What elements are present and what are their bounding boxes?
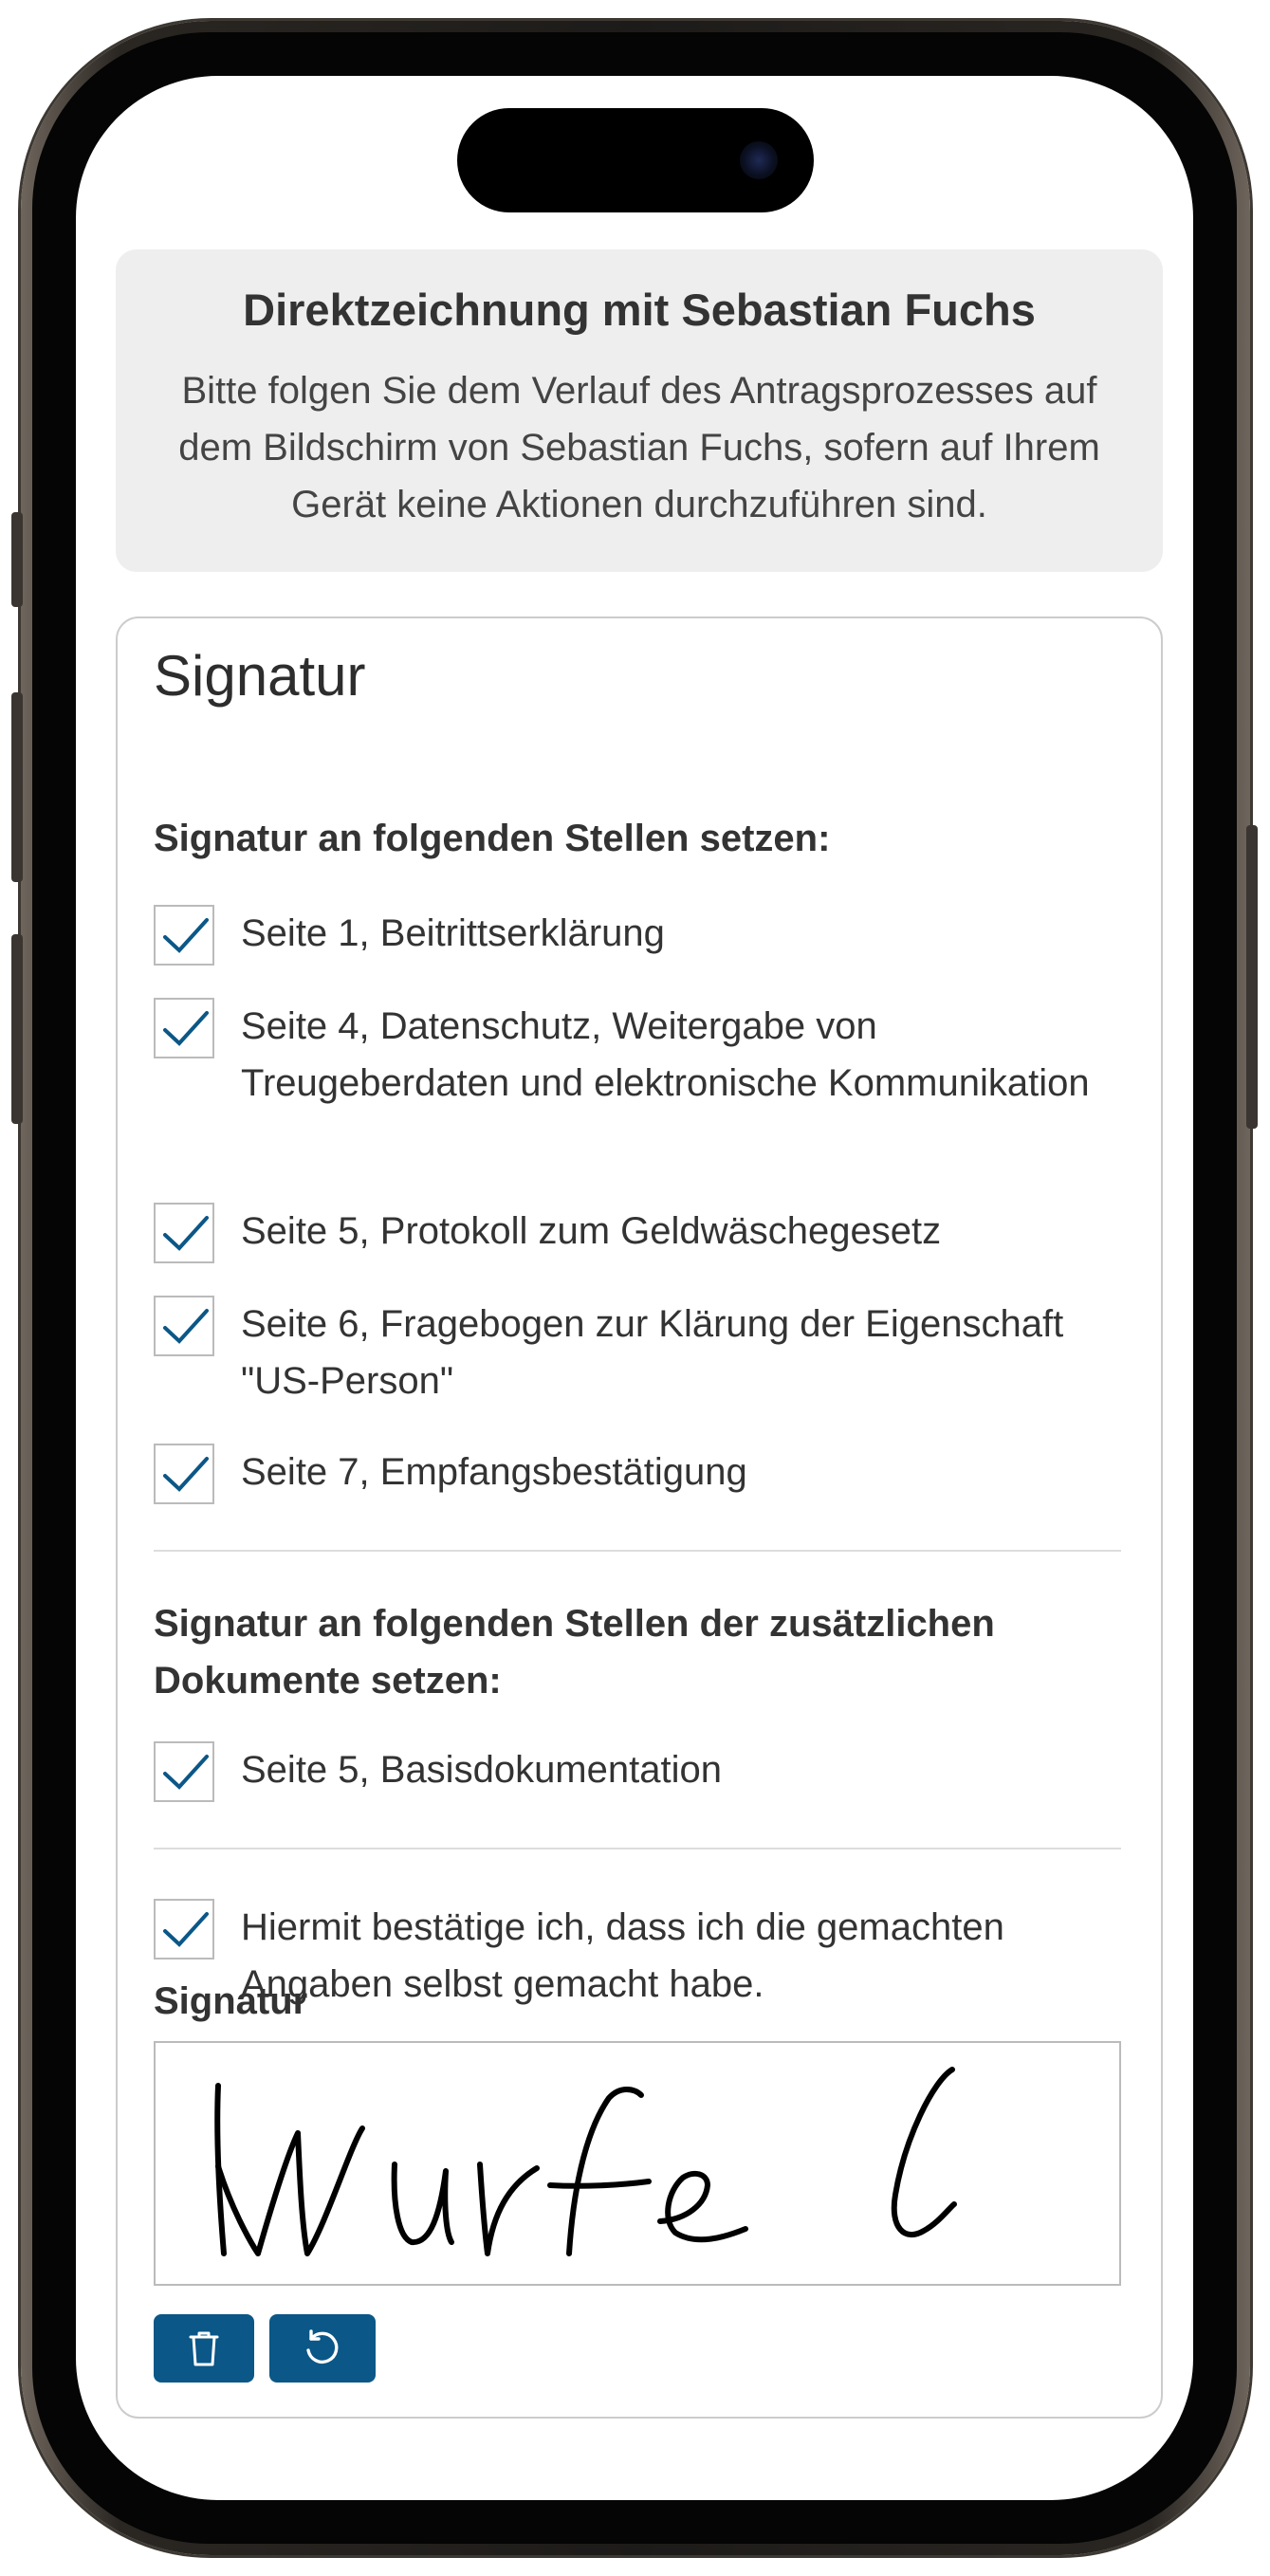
banner-title: Direktzeichnung mit Sebastian Fuchs — [243, 285, 1036, 335]
dynamic-island — [457, 108, 814, 212]
checkbox-label: Seite 1, Beitrittserklärung — [241, 912, 665, 954]
clear-signature-button[interactable] — [154, 2314, 254, 2383]
section1-heading: Signatur an folgenden Stellen setzen: — [154, 818, 831, 859]
checkbox[interactable] — [154, 1741, 214, 1802]
checkbox-label: Seite 5, Protokoll zum Geldwäschegesetz — [241, 1210, 942, 1252]
divider — [154, 1550, 1121, 1552]
undo-signature-button[interactable] — [269, 2314, 376, 2383]
checkbox-label: Seite 4, Datenschutz, Weitergabe von Tre… — [241, 1005, 1090, 1104]
checkbox[interactable] — [154, 998, 214, 1058]
section2-heading: Signatur an folgenden Stellen der zusätz… — [154, 1603, 995, 1702]
screen: Direktzeichnung mit Sebastian Fuchs Bitt… — [76, 76, 1193, 2500]
checkmark-icon — [163, 1457, 209, 1492]
checkbox[interactable] — [154, 1444, 214, 1504]
signature-drawing — [214, 2067, 957, 2256]
banner-text: Bitte folgen Sie dem Verlauf des Antrags… — [178, 370, 1100, 525]
confirmation-checkbox[interactable] — [154, 1899, 214, 1960]
signature-pad[interactable] — [154, 2041, 1121, 2286]
power-button — [1246, 825, 1258, 1129]
volume-down-button — [11, 934, 23, 1124]
checkmark-icon — [163, 918, 209, 953]
volume-up-button — [11, 692, 23, 882]
divider — [154, 1848, 1121, 1849]
undo-icon — [306, 2329, 339, 2364]
checkbox[interactable] — [154, 1296, 214, 1356]
camera-icon — [740, 141, 778, 179]
silent-switch — [11, 512, 23, 607]
checkbox-label: Seite 6, Fragebogen zur Klärung der Eige… — [241, 1303, 1064, 1402]
confirmation-label: Hiermit bestätige ich, dass ich die gema… — [241, 1906, 1004, 2005]
checkmark-icon — [163, 1912, 209, 1947]
checkmark-icon — [163, 1755, 209, 1790]
checkmark-icon — [163, 1011, 209, 1046]
checkbox[interactable] — [154, 1203, 214, 1263]
checkbox-label: Seite 5, Basisdokumentation — [241, 1749, 722, 1791]
signature-label: Signatur — [154, 1980, 308, 2022]
checkmark-icon — [163, 1309, 209, 1344]
checkmark-icon — [163, 1216, 209, 1251]
signature-card: Signatur Signatur an folgenden Stellen s… — [116, 616, 1163, 2419]
checkbox-label: Seite 7, Empfangsbestätigung — [241, 1451, 747, 1493]
info-banner: Direktzeichnung mit Sebastian Fuchs Bitt… — [116, 249, 1163, 572]
trash-icon — [189, 2331, 219, 2366]
checkbox[interactable] — [154, 905, 214, 966]
card-title: Signatur — [154, 644, 366, 708]
